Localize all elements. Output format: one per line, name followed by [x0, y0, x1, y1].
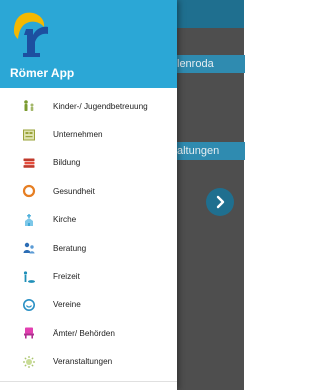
menu-item-vereine[interactable]: Vereine: [0, 291, 177, 319]
offices-icon: [22, 326, 36, 340]
drawer-header: Römer App: [0, 0, 177, 88]
navigation-drawer: Römer App Kinder-/ Jugendbetreuung Unter…: [0, 0, 177, 390]
menu-item-aemter-behoerden[interactable]: Ämter/ Behörden: [0, 319, 177, 347]
next-arrow-button[interactable]: [206, 188, 234, 216]
counseling-icon: [22, 241, 36, 255]
drawer-menu: Kinder-/ Jugendbetreuung Unternehmen Bil…: [0, 92, 177, 376]
background-section-header: altungen: [176, 142, 245, 160]
menu-item-label: Kinder-/ Jugendbetreuung: [53, 101, 148, 111]
menu-item-label: Ämter/ Behörden: [53, 328, 115, 338]
menu-item-kirche[interactable]: Kirche: [0, 206, 177, 234]
menu-item-label: Gesundheit: [53, 186, 95, 196]
drawer-divider: [0, 381, 177, 382]
chevron-right-icon: [216, 195, 225, 209]
events-icon: [22, 355, 36, 369]
roemer-logo-icon: [14, 12, 48, 57]
menu-item-label: Kirche: [53, 215, 77, 225]
menu-item-beratung[interactable]: Beratung: [0, 234, 177, 262]
health-icon: [22, 184, 36, 198]
company-icon: [22, 128, 36, 142]
menu-item-label: Unternehmen: [53, 130, 103, 140]
menu-item-label: Beratung: [53, 243, 87, 253]
church-icon: [22, 213, 36, 227]
menu-item-gesundheit[interactable]: Gesundheit: [0, 177, 177, 205]
menu-item-label: Vereine: [53, 300, 81, 310]
menu-item-unternehmen[interactable]: Unternehmen: [0, 120, 177, 148]
children-icon: [22, 99, 36, 113]
menu-item-veranstaltungen[interactable]: Veranstaltungen: [0, 348, 177, 376]
leisure-icon: [22, 270, 36, 284]
app-title: Römer App: [10, 66, 75, 80]
menu-item-label: Bildung: [53, 158, 81, 168]
background-section-header: lenroda: [176, 55, 245, 73]
clubs-icon: [22, 298, 36, 312]
menu-item-label: Freizeit: [53, 272, 80, 282]
menu-item-freizeit[interactable]: Freizeit: [0, 262, 177, 290]
menu-item-label: Veranstaltungen: [53, 357, 113, 367]
books-icon: [22, 156, 36, 170]
menu-item-kinder-jugendbetreuung[interactable]: Kinder-/ Jugendbetreuung: [0, 92, 177, 120]
menu-item-bildung[interactable]: Bildung: [0, 149, 177, 177]
